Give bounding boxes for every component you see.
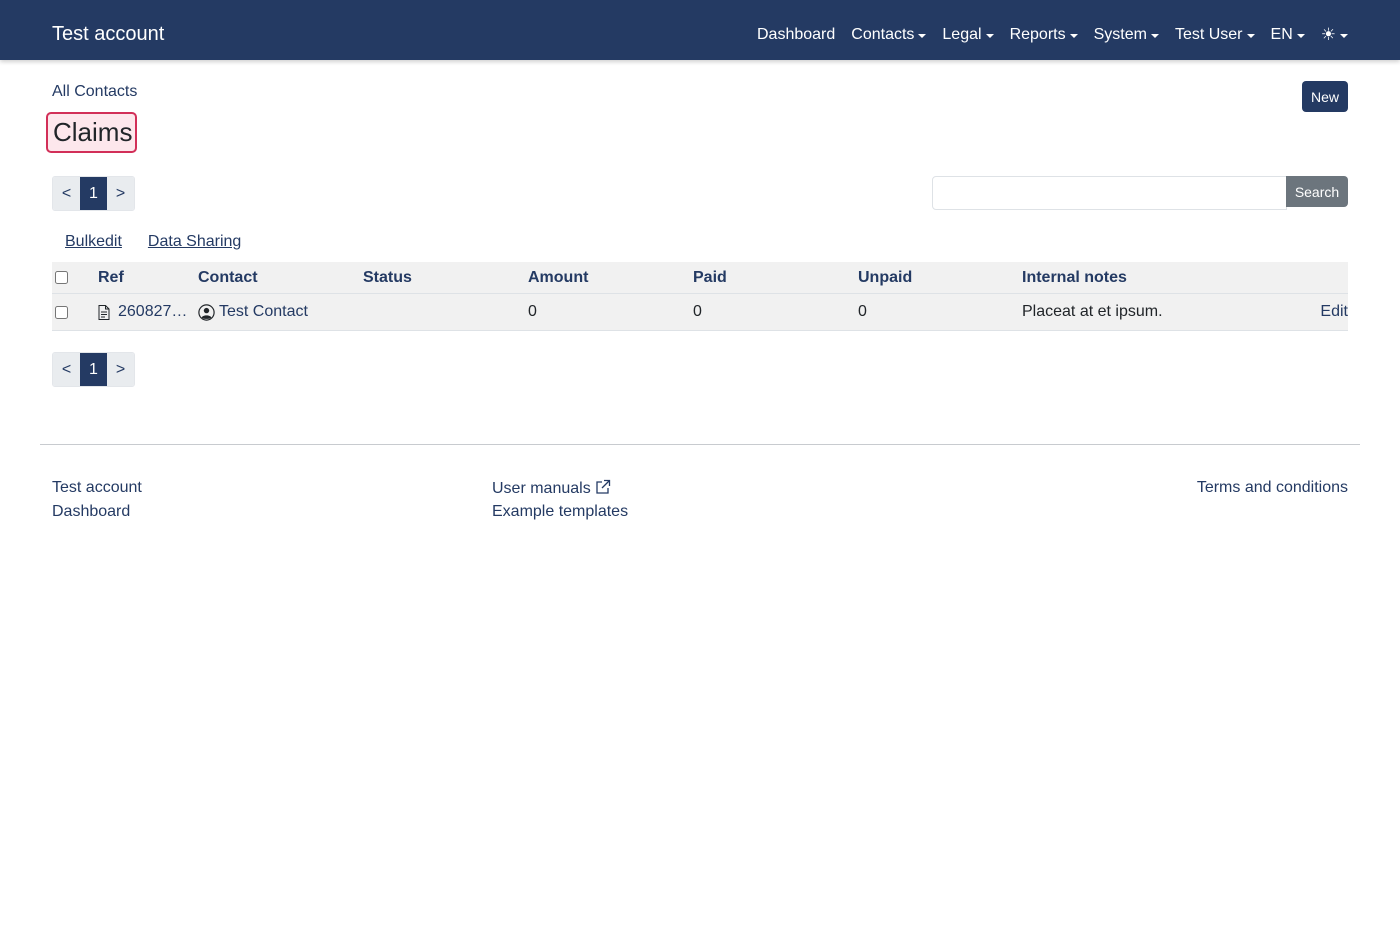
unpaid-cell: 0 [858, 303, 867, 320]
nav-language-label: EN [1270, 26, 1293, 43]
nav-user-label: Test User [1174, 26, 1243, 43]
search-input[interactable] [932, 176, 1287, 210]
nav-contacts-label: Contacts [851, 26, 915, 43]
person-circle-icon [198, 303, 215, 321]
column-header-ref[interactable]: Ref [98, 262, 124, 293]
bulkedit-link[interactable]: Bulkedit [65, 233, 122, 251]
footer-terms-link[interactable]: Terms and conditions [1197, 479, 1348, 497]
caret-down-icon [985, 34, 994, 38]
pagination-bottom: < 1 > [52, 352, 135, 387]
table-header-row: Ref Contact Status Amount Paid Unpaid In… [52, 262, 1348, 294]
footer-user-manuals-link[interactable]: User manuals [492, 480, 591, 497]
footer-test-account-link[interactable]: Test account [52, 479, 142, 497]
nav-reports-dropdown[interactable]: Reports [1010, 26, 1078, 44]
claim-ref-link[interactable]: 260827… [118, 303, 188, 321]
nav-language-dropdown[interactable]: EN [1271, 26, 1305, 44]
row-checkbox[interactable] [55, 305, 68, 319]
claims-table: Ref Contact Status Amount Paid Unpaid In… [52, 262, 1348, 331]
nav-user-dropdown[interactable]: Test User [1175, 26, 1255, 44]
column-header-internal-notes[interactable]: Internal notes [1022, 262, 1127, 293]
top-navbar: Test account Dashboard Contacts Legal Re… [0, 0, 1400, 60]
new-button[interactable]: New [1302, 81, 1348, 112]
edit-cell: Edit [1320, 294, 1348, 330]
nav-dashboard-label: Dashboard [756, 26, 836, 43]
page-title: Claims [46, 112, 137, 153]
theme-toggle-dropdown[interactable]: ☀ [1321, 25, 1348, 45]
caret-down-icon [1150, 34, 1159, 38]
select-all-checkbox[interactable] [55, 271, 68, 284]
amount-cell: 0 [528, 303, 537, 320]
brand-link[interactable]: Test account [52, 22, 164, 46]
footer-user-manuals: User manuals [492, 479, 611, 498]
ref-cell: 260827… [98, 294, 188, 330]
pagination-prev[interactable]: < [53, 353, 80, 386]
column-header-paid[interactable]: Paid [693, 262, 727, 293]
column-header-status[interactable]: Status [363, 262, 412, 293]
nav-menu: Dashboard Contacts Legal Reports System … [757, 24, 1348, 46]
pagination-page-1[interactable]: 1 [80, 353, 107, 386]
contact-link[interactable]: Test Contact [219, 303, 308, 321]
edit-link[interactable]: Edit [1320, 303, 1348, 321]
select-all-cell [55, 262, 68, 293]
column-header-contact[interactable]: Contact [198, 262, 258, 293]
document-icon [98, 304, 110, 320]
paid-cell: 0 [693, 303, 702, 320]
column-header-amount[interactable]: Amount [528, 262, 588, 293]
pagination-prev[interactable]: < [53, 177, 80, 210]
nav-legal-label: Legal [942, 26, 982, 43]
nav-system-label: System [1093, 26, 1147, 43]
breadcrumb-all-contacts[interactable]: All Contacts [52, 83, 137, 101]
caret-down-icon [1340, 34, 1348, 38]
caret-down-icon [1246, 34, 1255, 38]
table-row: 260827… Test Contact 0 0 0 Placeat at et… [52, 294, 1348, 331]
pagination-next[interactable]: > [107, 177, 134, 210]
footer-example-templates-link[interactable]: Example templates [492, 503, 628, 521]
caret-down-icon [1296, 34, 1305, 38]
internal-notes-cell: Placeat at et ipsum. [1022, 303, 1163, 320]
footer-divider [40, 444, 1360, 445]
pagination-page-1[interactable]: 1 [80, 177, 107, 210]
row-select-cell [55, 294, 68, 330]
nav-dashboard[interactable]: Dashboard [757, 26, 835, 44]
nav-legal-dropdown[interactable]: Legal [942, 26, 994, 44]
nav-system-dropdown[interactable]: System [1094, 26, 1159, 44]
external-link-icon [596, 479, 610, 494]
footer-dashboard-link[interactable]: Dashboard [52, 503, 130, 521]
pagination-next[interactable]: > [107, 353, 134, 386]
contact-cell: Test Contact [198, 294, 308, 330]
table-actions: Bulkedit Data Sharing [65, 233, 267, 251]
caret-down-icon [1069, 34, 1078, 38]
nav-contacts-dropdown[interactable]: Contacts [851, 26, 927, 44]
column-header-unpaid[interactable]: Unpaid [858, 262, 912, 293]
nav-reports-label: Reports [1009, 26, 1066, 43]
pagination-top: < 1 > [52, 176, 135, 211]
data-sharing-link[interactable]: Data Sharing [148, 233, 241, 251]
search-button[interactable]: Search [1286, 176, 1348, 207]
caret-down-icon [918, 34, 927, 38]
sun-icon: ☀ [1320, 25, 1336, 44]
